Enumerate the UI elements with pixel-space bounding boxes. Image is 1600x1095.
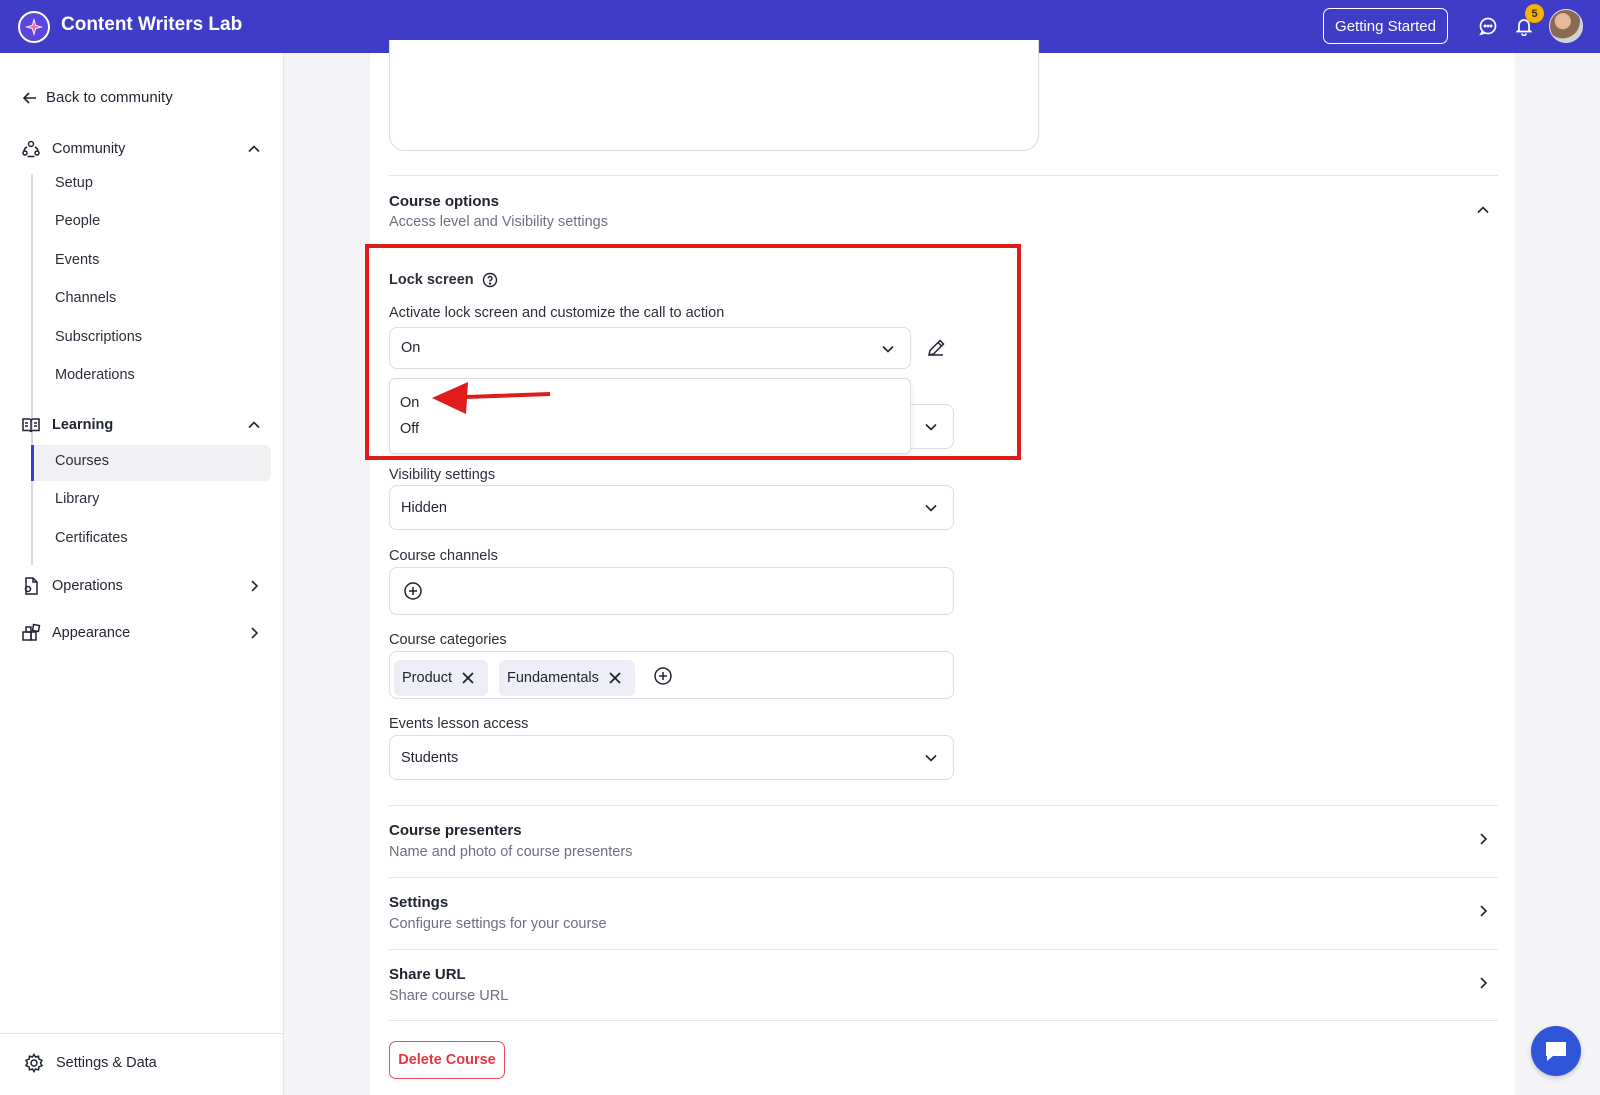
operations-icon xyxy=(20,575,42,597)
settings-data-label: Settings & Data xyxy=(56,1055,157,1071)
gear-icon xyxy=(24,1053,44,1073)
chat-support-button[interactable] xyxy=(1531,1026,1581,1076)
divider xyxy=(389,877,1498,878)
sidebar-item-library[interactable]: Library xyxy=(55,491,99,507)
course-presenters-title[interactable]: Course presenters xyxy=(389,822,522,839)
close-icon[interactable] xyxy=(461,671,475,685)
back-label: Back to community xyxy=(46,89,173,106)
chevron-up-icon[interactable] xyxy=(244,139,264,159)
course-presenters-subtitle: Name and photo of course presenters xyxy=(389,844,633,860)
category-chip: Fundamentals xyxy=(499,660,635,696)
sidebar-section-label: Learning xyxy=(52,417,114,433)
sidebar-section-operations[interactable]: Operations xyxy=(20,573,264,599)
divider xyxy=(389,805,1498,806)
sidebar-section-appearance[interactable]: Appearance xyxy=(20,620,264,646)
chevron-down-icon xyxy=(921,498,941,518)
edit-pencil-icon[interactable] xyxy=(925,337,947,359)
sidebar-item-people[interactable]: People xyxy=(55,213,100,229)
dropdown-option-off[interactable]: Off xyxy=(400,421,419,437)
share-url-title[interactable]: Share URL xyxy=(389,966,466,983)
sidebar-section-label: Operations xyxy=(52,578,123,594)
notification-badge: 5 xyxy=(1525,4,1544,23)
sidebar-item-courses[interactable]: Courses xyxy=(55,453,109,469)
events-lesson-access-label: Events lesson access xyxy=(389,716,529,732)
sidebar-section-community[interactable]: Community xyxy=(20,136,264,162)
lock-screen-description: Activate lock screen and customize the c… xyxy=(389,305,725,321)
sidebar-item-certificates[interactable]: Certificates xyxy=(55,530,128,546)
chevron-right-icon[interactable] xyxy=(244,623,264,643)
delete-course-button[interactable]: Delete Course xyxy=(389,1041,505,1079)
close-icon[interactable] xyxy=(608,671,622,685)
chevron-right-icon[interactable] xyxy=(1473,973,1493,993)
lock-screen-value: On xyxy=(401,340,421,356)
sidebar-item-subscriptions[interactable]: Subscriptions xyxy=(55,329,142,345)
sidebar-item-setup[interactable]: Setup xyxy=(55,175,93,191)
divider xyxy=(389,949,1498,950)
settings-section-title[interactable]: Settings xyxy=(389,894,448,911)
course-channels-label: Course channels xyxy=(389,548,498,564)
divider xyxy=(389,1020,1498,1021)
share-url-subtitle: Share course URL xyxy=(389,988,509,1004)
back-to-community-link[interactable]: Back to community xyxy=(22,89,173,106)
chevron-right-icon[interactable] xyxy=(244,576,264,596)
chip-label: Fundamentals xyxy=(507,670,599,686)
chevron-up-icon[interactable] xyxy=(244,415,264,435)
chat-bubble-icon xyxy=(1546,1042,1566,1061)
add-circle-icon[interactable] xyxy=(402,580,424,602)
add-circle-icon[interactable] xyxy=(652,665,674,687)
events-lesson-access-value: Students xyxy=(401,749,459,766)
category-chip: Product xyxy=(394,660,488,696)
course-channels-field[interactable] xyxy=(389,567,954,615)
sidebar-section-learning[interactable]: Learning xyxy=(20,412,264,438)
sidebar-divider xyxy=(0,1033,283,1034)
red-arrow-annotation xyxy=(432,382,551,414)
description-textarea[interactable] xyxy=(389,40,1039,151)
course-options-subtitle: Access level and Visibility settings xyxy=(389,214,608,230)
appearance-icon xyxy=(20,622,42,644)
chevron-up-icon[interactable] xyxy=(1473,200,1493,220)
sidebar-item-channels[interactable]: Channels xyxy=(55,290,116,306)
course-categories-label: Course categories xyxy=(389,632,507,648)
chevron-right-icon[interactable] xyxy=(1473,829,1493,849)
help-circle-icon[interactable] xyxy=(482,272,498,288)
community-icon xyxy=(20,138,42,160)
avatar[interactable] xyxy=(1549,9,1583,43)
visibility-value: Hidden xyxy=(401,499,447,516)
divider xyxy=(389,175,1498,176)
chevron-right-icon[interactable] xyxy=(1473,901,1493,921)
chat-icon[interactable] xyxy=(1476,14,1500,38)
lock-screen-select[interactable]: On xyxy=(389,327,911,369)
book-icon xyxy=(20,414,42,436)
chevron-down-icon xyxy=(921,417,941,437)
lock-screen-label: Lock screen xyxy=(389,272,474,288)
chevron-down-icon xyxy=(921,748,941,768)
events-lesson-access-select[interactable]: Students xyxy=(389,735,954,780)
dropdown-option-on[interactable]: On xyxy=(400,395,419,411)
visibility-label: Visibility settings xyxy=(389,467,496,483)
tree-line xyxy=(31,174,33,447)
lock-screen-label-row: Lock screen xyxy=(389,272,498,288)
chevron-down-icon xyxy=(878,339,898,359)
settings-and-data-link[interactable]: Settings & Data xyxy=(24,1053,157,1073)
app-name[interactable]: Content Writers Lab xyxy=(61,14,242,36)
sidebar: Back to community Community Setup People… xyxy=(0,53,284,1095)
sidebar-section-label: Appearance xyxy=(52,625,131,641)
visibility-select[interactable]: Hidden xyxy=(389,485,954,530)
sidebar-item-moderations[interactable]: Moderations xyxy=(55,367,135,383)
sidebar-section-label: Community xyxy=(52,141,126,157)
arrow-left-icon xyxy=(22,91,36,104)
getting-started-button[interactable]: Getting Started xyxy=(1323,8,1448,44)
sidebar-item-events[interactable]: Events xyxy=(55,252,99,268)
course-options-title[interactable]: Course options xyxy=(389,193,499,210)
settings-section-subtitle: Configure settings for your course xyxy=(389,916,607,932)
brand-logo-icon[interactable] xyxy=(18,11,50,43)
chip-label: Product xyxy=(402,670,452,686)
